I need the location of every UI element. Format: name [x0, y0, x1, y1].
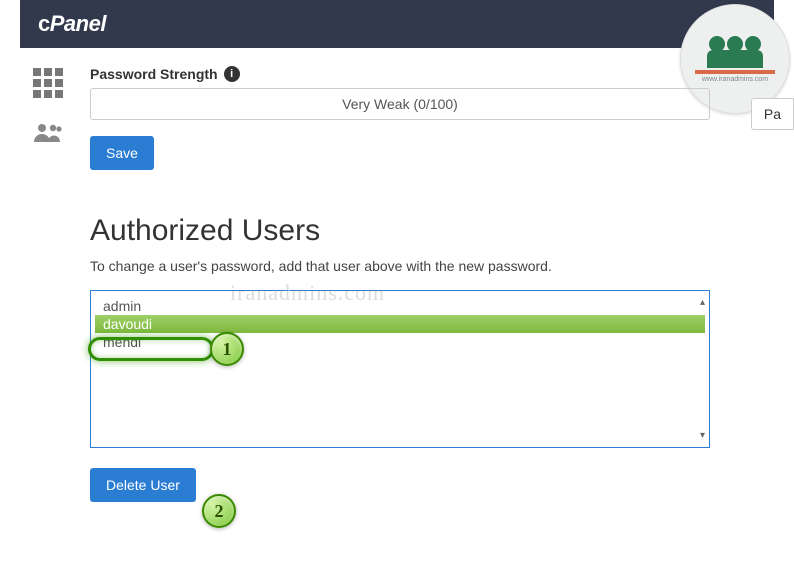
info-icon[interactable]: i	[224, 66, 240, 82]
user-list-item[interactable]: davoudi	[95, 315, 705, 333]
save-button[interactable]: Save	[90, 136, 154, 170]
brand-logo: ccPanelPanel	[38, 11, 106, 37]
scroll-down-icon[interactable]: ▾	[700, 430, 705, 441]
authorized-users-heading: Authorized Users	[90, 214, 794, 248]
sidebar	[20, 48, 76, 502]
user-list-item[interactable]: mehdi	[95, 333, 705, 351]
main-content: Password Strength i Very Weak (0/100) Sa…	[76, 48, 794, 502]
top-bar: ccPanelPanel	[20, 0, 774, 48]
delete-user-button[interactable]: Delete User	[90, 468, 196, 502]
password-strength-meter: Very Weak (0/100)	[90, 88, 710, 120]
user-list-item[interactable]: admin	[95, 297, 705, 315]
authorized-users-subtext: To change a user's password, add that us…	[90, 258, 794, 274]
apps-icon[interactable]	[33, 68, 63, 98]
users-icon[interactable]	[33, 120, 63, 151]
password-strength-label: Password Strength	[90, 66, 218, 82]
scroll-up-icon[interactable]: ▴	[700, 297, 705, 308]
user-list[interactable]: ▴ ▾ admindavoudimehdi	[90, 290, 710, 448]
